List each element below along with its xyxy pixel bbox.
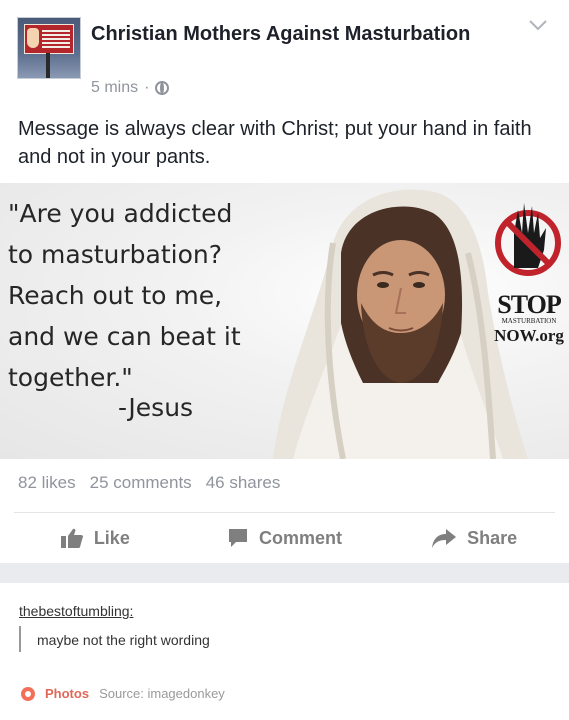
page-avatar[interactable] xyxy=(17,17,81,79)
actions-divider xyxy=(14,512,555,513)
post-image[interactable]: "Are you addicted to masturbation? Reach… xyxy=(0,183,569,459)
post-meta: 5 mins · xyxy=(91,79,170,97)
shares-count[interactable]: 46 shares xyxy=(206,473,281,493)
comment-bubble-icon xyxy=(229,529,247,547)
facebook-post-card: Christian Mothers Against Masturbation 5… xyxy=(0,0,569,566)
reblog-quote-bar xyxy=(19,626,21,652)
like-label: Like xyxy=(93,527,130,548)
logo-small-word: MASTURBATION xyxy=(501,317,557,325)
avatar-sign-image xyxy=(24,24,74,54)
share-button[interactable]: Share xyxy=(379,522,569,554)
post-message: Message is always clear with Christ; put… xyxy=(18,118,532,168)
logo-now-word: NOW.org xyxy=(494,326,564,345)
photos-tag[interactable]: Photos xyxy=(45,686,89,701)
section-separator xyxy=(0,563,569,583)
stop-logo-text: STOP MASTURBATION NOW.org xyxy=(493,290,565,346)
logo-stop-word: STOP xyxy=(497,290,561,319)
meta-separator: · xyxy=(144,79,150,96)
reblog-comment: maybe not the right wording xyxy=(37,632,210,648)
likes-count[interactable]: 82 likes xyxy=(18,473,76,493)
share-label: Share xyxy=(467,527,518,548)
share-arrow-icon xyxy=(432,529,457,548)
comments-count[interactable]: 25 comments xyxy=(90,473,192,493)
thumbs-up-icon xyxy=(60,528,83,548)
post-actions-bar: Like Comment Share xyxy=(0,522,569,554)
source-link[interactable]: Source: imagedonkey xyxy=(99,686,225,701)
chevron-down-icon[interactable] xyxy=(526,17,550,35)
comment-label: Comment xyxy=(259,527,343,548)
post-timestamp[interactable]: 5 mins xyxy=(91,79,138,97)
post-footer: Photos Source: imagedonkey xyxy=(21,686,225,701)
post-stats: 82 likes 25 comments 46 shares xyxy=(18,473,280,493)
reblog-username-link[interactable]: thebestoftumbling: xyxy=(19,603,133,619)
camera-icon xyxy=(21,686,35,701)
image-attribution: -Jesus xyxy=(118,393,194,422)
comment-button[interactable]: Comment xyxy=(190,522,380,554)
like-button[interactable]: Like xyxy=(0,522,190,554)
page-name-link[interactable]: Christian Mothers Against Masturbation xyxy=(91,20,491,48)
reblog-colon: : xyxy=(129,603,134,619)
globe-icon xyxy=(155,81,170,95)
stop-masturbation-logo xyxy=(495,203,561,276)
reblog-username[interactable]: thebestoftumbling xyxy=(19,603,130,619)
